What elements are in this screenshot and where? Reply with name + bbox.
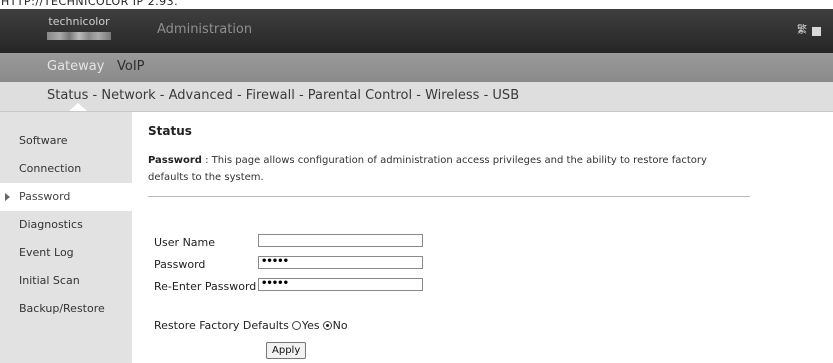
logo-text: technicolor [48,15,110,28]
sub-nav-status[interactable]: Status - [47,88,101,103]
divider [148,196,750,197]
restore-defaults-row: Restore Factory Defaults Yes No [154,319,348,332]
username-label: User Name [154,236,216,249]
sidebar: Software Connection Password Diagnostics… [0,112,132,363]
reenter-password-label: Re-Enter Password [154,280,257,293]
screen-icon[interactable] [812,26,821,36]
restore-no-radio[interactable] [322,321,332,330]
sub-nav-network[interactable]: Network - [101,88,168,103]
reenter-password-field[interactable]: ••••• [258,278,423,291]
sidebar-item-label: Password [19,190,71,203]
restore-no-label[interactable]: No [333,319,348,332]
sub-nav-parental-control[interactable]: Parental Control - [308,88,425,103]
username-field[interactable] [258,234,423,247]
description-text: : This page allows configuration of admi… [148,155,707,183]
sidebar-item-label: Event Log [19,246,74,259]
page-title-header: Administration [157,22,253,37]
description-label: Password [148,155,202,166]
sidebar-item-label: Backup/Restore [19,302,105,315]
active-tab-pointer [69,103,87,111]
technicolor-logo: technicolor [44,15,114,40]
sub-nav-firewall[interactable]: Firewall - [246,88,308,103]
sidebar-item-label: Connection [19,162,82,175]
sidebar-item-label: Software [19,134,68,147]
password-field[interactable]: ••••• [258,256,423,269]
sidebar-item-label: Diagnostics [19,218,83,231]
sub-nav-usb[interactable]: USB [492,88,519,103]
top-nav-gateway[interactable]: Gateway [47,59,104,74]
sidebar-item-label: Initial Scan [19,274,80,287]
browser-url-strip: HTTP://TECHNICOLOR IP 2.93. [0,0,833,9]
top-nav: Gateway VoIP [0,53,833,82]
password-label: Password [154,258,206,271]
apply-button[interactable]: Apply [266,342,307,359]
sidebar-item-initial-scan[interactable]: Initial Scan [0,267,132,295]
restore-defaults-label: Restore Factory Defaults [154,319,289,332]
section-title: Status [148,124,192,138]
active-arrow-icon [5,193,10,201]
logo-stripe [47,32,111,40]
url-text: HTTP://TECHNICOLOR IP 2.93. [1,0,179,8]
sidebar-item-diagnostics[interactable]: Diagnostics [0,211,132,239]
sidebar-item-backup-restore[interactable]: Backup/Restore [0,295,132,323]
sub-nav-advanced[interactable]: Advanced - [169,88,246,103]
sidebar-item-event-log[interactable]: Event Log [0,239,132,267]
sidebar-item-password[interactable]: Password [0,183,132,211]
sidebar-item-connection[interactable]: Connection [0,155,132,183]
restore-yes-radio[interactable] [291,321,301,330]
header-bar: technicolor Administration 繁 [0,9,833,53]
page-description: Password : This page allows configuratio… [148,152,738,186]
sub-nav-wireless[interactable]: Wireless - [425,88,492,103]
sub-nav: Status - Network - Advanced - Firewall -… [0,82,833,112]
header-icons: 繁 [797,26,821,36]
top-nav-voip[interactable]: VoIP [117,59,145,74]
language-icon[interactable]: 繁 [797,26,807,36]
sidebar-item-software[interactable]: Software [0,127,132,155]
restore-yes-label[interactable]: Yes [302,319,320,332]
